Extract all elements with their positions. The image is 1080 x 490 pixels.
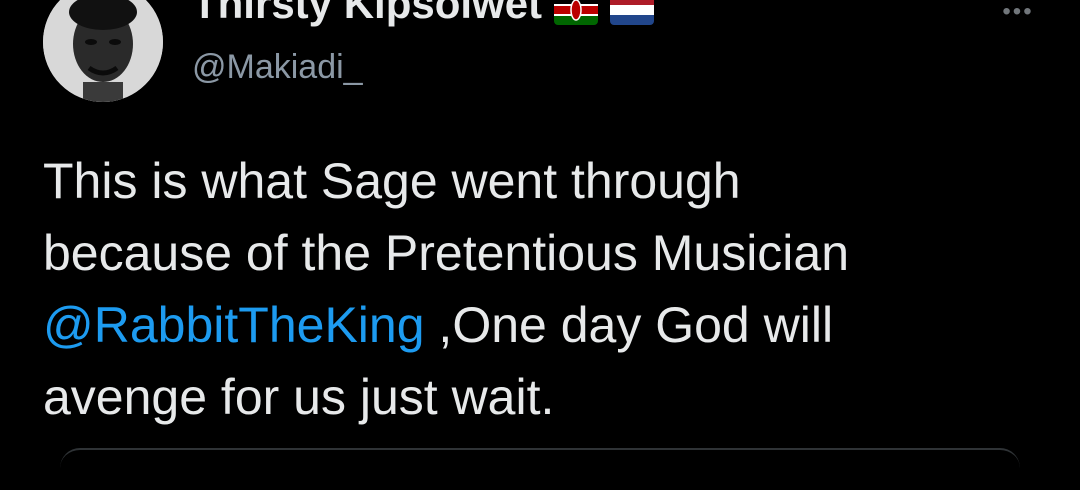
tweet-header: Thirsty Kipsolwet @Makiadi_ •••	[0, 0, 1080, 120]
mention-link[interactable]: @RabbitTheKing	[43, 297, 425, 353]
tweet-line-3-text: ,One day God will	[424, 297, 834, 353]
more-horizontal-icon: •••	[1002, 0, 1034, 25]
avatar[interactable]	[43, 0, 163, 102]
netherlands-flag-icon	[610, 0, 655, 25]
display-name-row: Thirsty Kipsolwet	[192, 0, 655, 30]
kenya-flag-icon	[554, 0, 599, 25]
tweet-line-4: avenge for us just wait.	[43, 369, 555, 425]
tweet-line-1: This is what Sage went through	[43, 153, 741, 209]
more-options-button[interactable]: •••	[998, 0, 1038, 25]
user-handle[interactable]: @Makiadi_	[192, 48, 363, 87]
embedded-media-card[interactable]	[60, 448, 1020, 490]
tweet-line-3: @RabbitTheKing ,One day God will	[43, 289, 1043, 361]
display-name[interactable]: Thirsty Kipsolwet	[192, 0, 542, 25]
tweet-text: This is what Sage went through because o…	[43, 145, 1043, 433]
tweet-line-2: because of the Pretentious Musician	[43, 225, 850, 281]
